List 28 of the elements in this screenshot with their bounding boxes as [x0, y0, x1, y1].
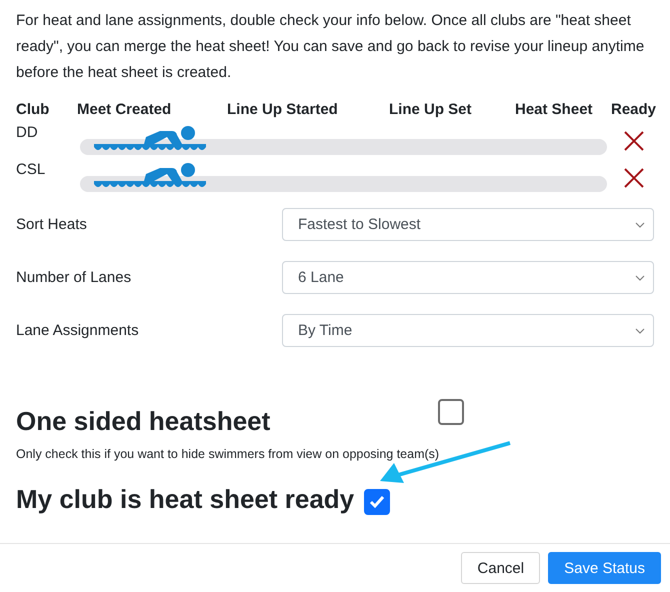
column-header: Line Up Started	[227, 100, 339, 120]
cancel-button[interactable]: Cancel	[461, 552, 540, 584]
column-header: Line Up Set	[389, 100, 473, 120]
chevron-down-icon	[635, 274, 645, 280]
setting-label: Sort Heats	[16, 216, 88, 233]
option-title: One sided heatsheet	[16, 405, 270, 437]
chevron-down-icon	[635, 222, 645, 228]
column-header: Club	[16, 100, 50, 120]
select-field[interactable]: By Time	[282, 314, 654, 347]
setting-label: Lane Assignments	[16, 322, 140, 339]
chevron-down-icon	[635, 328, 645, 334]
cross-icon	[624, 168, 644, 188]
column-header: Heat Sheet	[515, 100, 594, 120]
help-text: Only check this if you want to hide swimmers from view on opposing team(s)	[16, 447, 440, 461]
select-field[interactable]: Fastest to Slowest	[282, 208, 654, 241]
checkbox[interactable]	[438, 399, 464, 425]
option-title: My club is heat sheet ready	[16, 483, 354, 515]
select-field[interactable]: 6 Lane	[282, 261, 654, 294]
save-button[interactable]: Save Status	[548, 552, 661, 584]
setting-label: Number of Lanes	[16, 269, 132, 286]
checkbox[interactable]	[364, 489, 390, 515]
column-header: Meet Created	[77, 100, 172, 120]
club-name: CSL	[16, 161, 46, 178]
column-header: Ready	[611, 100, 656, 120]
club-name: DD	[16, 124, 38, 141]
cross-icon	[624, 130, 644, 150]
intro-text: For heat and lane assignments, double check your info below. Once all clubs are "heat sheet ready", you can merge the heat sheet! You can save and go back to revise your lineup anytime before the heat sheet is created.	[16, 11, 646, 83]
check-icon	[369, 495, 386, 509]
